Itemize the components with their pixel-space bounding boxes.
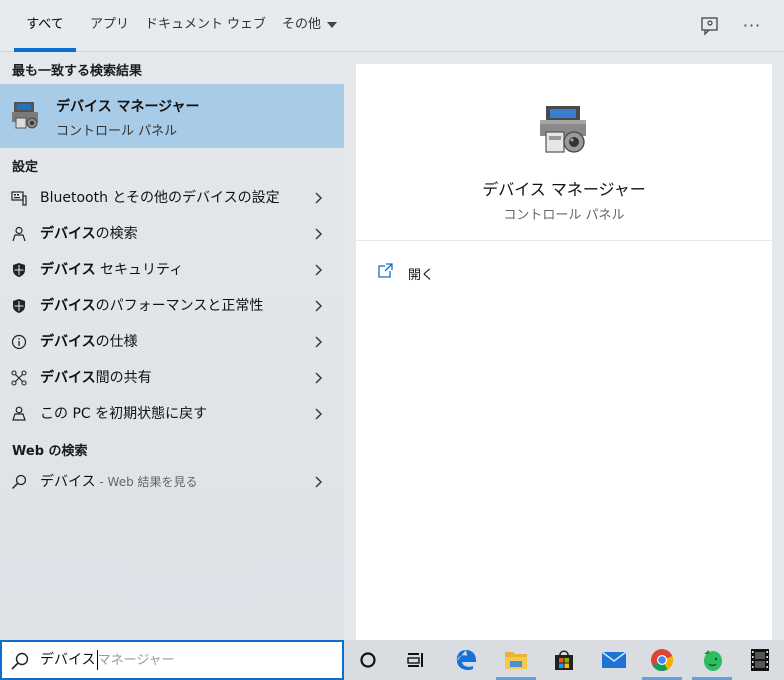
settings-item-shared-experiences[interactable]: デバイス間の共有: [0, 360, 344, 396]
share-icon: [10, 369, 28, 387]
file-explorer-icon[interactable]: [492, 640, 540, 680]
best-match-device-manager[interactable]: デバイス マネージャー コントロール パネル: [0, 84, 344, 148]
feedback-icon[interactable]: [698, 14, 722, 38]
settings-header: 設定: [12, 160, 39, 175]
settings-item-label: この PC を初期状態に戻す: [40, 406, 208, 422]
taskbar: [344, 640, 784, 680]
chevron-right-icon: [315, 300, 322, 312]
tab-web[interactable]: ウェブ: [227, 0, 266, 52]
task-view-icon[interactable]: [392, 640, 440, 680]
search-icon: [10, 473, 28, 491]
search-text: デバイス マネージャー: [40, 642, 175, 679]
results-panel: 最も一致する検索結果 デバイス マネージャー コントロール パネル 設定 Blu…: [0, 52, 344, 640]
settings-item-label: デバイスの検索: [40, 226, 138, 242]
chevron-right-icon: [315, 372, 322, 384]
edge-icon[interactable]: [442, 640, 490, 680]
shield-icon: [10, 261, 28, 279]
person-search-icon: [10, 225, 28, 243]
keyboard-device-icon: [10, 189, 28, 207]
chevron-right-icon: [315, 408, 322, 420]
evernote-icon[interactable]: [688, 640, 736, 680]
best-match-header: 最も一致する検索結果: [12, 64, 143, 79]
chevron-down-icon: [327, 21, 338, 28]
search-input[interactable]: デバイス マネージャー: [0, 640, 344, 680]
chevron-right-icon: [315, 336, 322, 348]
device-manager-icon: [10, 98, 44, 132]
info-icon: [10, 333, 28, 351]
open-icon: [378, 263, 393, 278]
settings-item-label: デバイス間の共有: [40, 370, 152, 386]
reset-pc-icon: [10, 405, 28, 423]
best-match-subtitle: コントロール パネル: [56, 124, 178, 139]
preview-title: デバイス マネージャー: [482, 180, 646, 199]
settings-item-device-security[interactable]: デバイス セキュリティ: [0, 252, 344, 288]
shield-icon: [10, 297, 28, 315]
tab-apps[interactable]: アプリ: [90, 0, 129, 52]
search-tab-bar: すべて アプリ ドキュメント ウェブ その他 ···: [0, 0, 784, 52]
best-match-title: デバイス マネージャー: [56, 99, 200, 115]
tab-more[interactable]: その他: [282, 0, 338, 52]
search-icon: [11, 652, 29, 670]
settings-item-bluetooth[interactable]: Bluetooth とその他のデバイスの設定: [0, 180, 344, 216]
chevron-right-icon: [315, 192, 322, 204]
web-search-item[interactable]: デバイス - Web 結果を見る: [0, 464, 344, 500]
search-typed-text: デバイス: [40, 652, 96, 668]
tab-all[interactable]: すべて: [14, 0, 76, 52]
film-icon[interactable]: [736, 640, 784, 680]
chevron-right-icon: [315, 264, 322, 276]
settings-item-reset-pc[interactable]: この PC を初期状態に戻す: [0, 396, 344, 432]
web-search-label: デバイス - Web 結果を見る: [40, 474, 198, 490]
settings-item-label: デバイスのパフォーマンスと正常性: [40, 298, 264, 314]
preview-panel: デバイス マネージャー コントロール パネル 開く: [344, 52, 784, 640]
preview-subtitle: コントロール パネル: [503, 208, 625, 223]
mail-icon[interactable]: [590, 640, 638, 680]
settings-item-label: デバイスの仕様: [40, 334, 138, 350]
settings-item-device-performance[interactable]: デバイスのパフォーマンスと正常性: [0, 288, 344, 324]
chrome-icon[interactable]: [638, 640, 686, 680]
open-label: 開く: [408, 268, 435, 283]
tab-documents[interactable]: ドキュメント: [145, 0, 223, 52]
cortana-icon[interactable]: [344, 640, 392, 680]
more-options-icon[interactable]: ···: [740, 14, 764, 38]
open-action[interactable]: 開く: [376, 260, 476, 284]
device-manager-icon: [532, 104, 596, 160]
tab-more-label: その他: [282, 17, 322, 32]
search-suggestion: マネージャー: [97, 653, 175, 668]
preview-card: デバイス マネージャー コントロール パネル 開く: [356, 64, 772, 640]
chevron-right-icon: [315, 476, 322, 488]
chevron-right-icon: [315, 228, 322, 240]
settings-item-find-device[interactable]: デバイスの検索: [0, 216, 344, 252]
store-icon[interactable]: [540, 640, 588, 680]
preview-divider: [356, 240, 772, 241]
settings-item-device-specs[interactable]: デバイスの仕様: [0, 324, 344, 360]
web-search-header: Web の検索: [12, 444, 88, 459]
settings-item-label: Bluetooth とその他のデバイスの設定: [40, 190, 280, 206]
settings-item-label: デバイス セキュリティ: [40, 262, 184, 278]
